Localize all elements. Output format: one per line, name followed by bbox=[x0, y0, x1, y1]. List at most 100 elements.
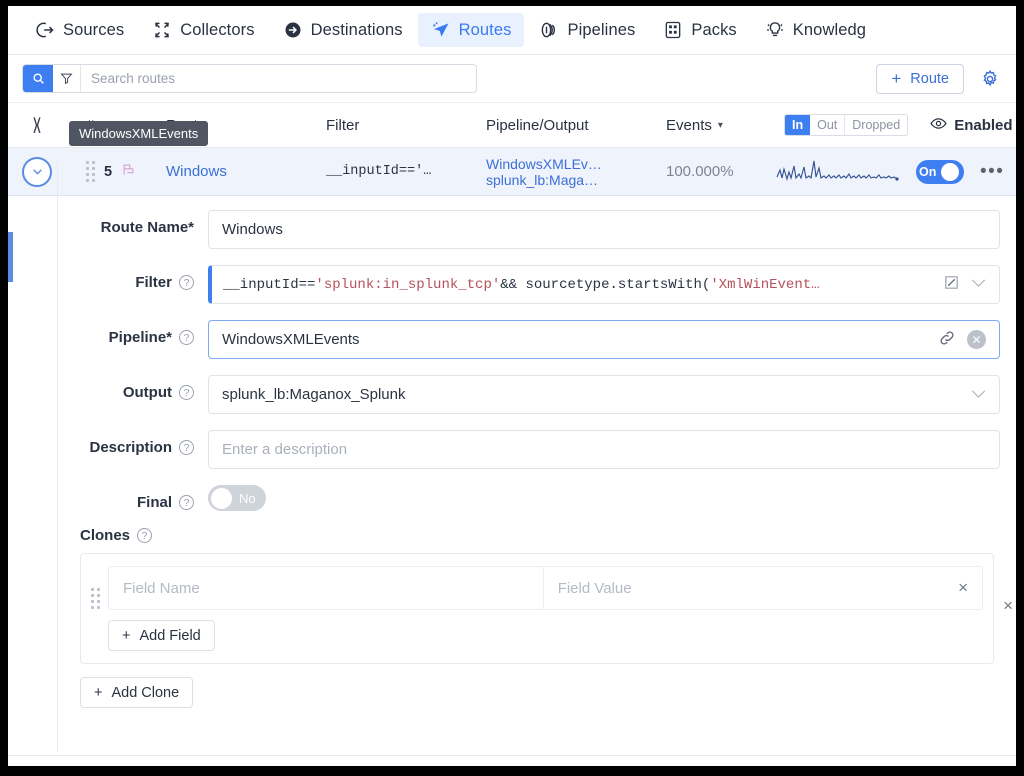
left-accent-bar bbox=[8, 232, 13, 282]
final-toggle[interactable]: No bbox=[208, 485, 266, 511]
main-navigation: Sources Collectors Destinations Routes P… bbox=[8, 6, 1016, 55]
column-header-pipeline-output[interactable]: Pipeline/Output bbox=[486, 117, 666, 134]
label-final-text: Final bbox=[136, 494, 172, 511]
nav-label-pipelines: Pipelines bbox=[567, 20, 636, 39]
nav-label-sources: Sources bbox=[63, 20, 125, 39]
nav-item-destinations[interactable]: Destinations bbox=[270, 13, 416, 47]
nav-item-routes[interactable]: Routes bbox=[417, 13, 525, 47]
question-mark-icon[interactable]: ? bbox=[179, 275, 194, 290]
field-output: Output ? splunk_lb:Maganox_Splunk bbox=[8, 375, 1016, 414]
link-icon[interactable] bbox=[938, 329, 956, 351]
toggle-label: On bbox=[919, 164, 937, 179]
table-row[interactable]: 5 Windows __inputId=='… WindowsXMLEv… sp… bbox=[8, 148, 1016, 196]
label-output: Output ? bbox=[8, 375, 208, 401]
enabled-filter[interactable]: Enabled ▾ bbox=[930, 116, 1016, 135]
filter-control: __inputId=='splunk:in_splunk_tcp' && sou… bbox=[208, 265, 1016, 304]
chevron-down-icon: ▾ bbox=[717, 119, 723, 131]
nav-item-knowledge[interactable]: Knowledg bbox=[752, 13, 879, 47]
pipeline-select[interactable]: WindowsXMLEvents ✕ bbox=[208, 320, 1000, 359]
search-icon[interactable] bbox=[23, 65, 53, 92]
inout-option-dropped[interactable]: Dropped bbox=[844, 115, 907, 135]
final-control: No bbox=[208, 485, 1016, 511]
pipeline-value: WindowsXMLEvents bbox=[222, 331, 360, 348]
route-name-input[interactable]: Windows bbox=[208, 210, 1000, 249]
question-mark-icon[interactable]: ? bbox=[179, 385, 194, 400]
label-filter: Filter ? bbox=[8, 265, 208, 291]
field-final: Final ? No bbox=[8, 485, 1016, 511]
nav-label-collectors: Collectors bbox=[180, 20, 255, 39]
row-pipeline-output[interactable]: WindowsXMLEv… splunk_lb:Maga… bbox=[486, 156, 666, 188]
label-filter-text: Filter bbox=[135, 274, 172, 291]
inout-option-out[interactable]: Out bbox=[810, 115, 844, 135]
clone-field-value-input[interactable]: Field Value bbox=[544, 567, 958, 609]
chevron-down-circle-icon bbox=[22, 156, 52, 187]
field-filter: Filter ? __inputId=='splunk:in_splunk_tc… bbox=[8, 265, 1016, 304]
row-right-controls: On ••• bbox=[916, 159, 1016, 184]
description-input[interactable]: Enter a description bbox=[208, 430, 1000, 469]
chevron-updown-icon: ∨ ∧ bbox=[31, 113, 43, 137]
expand-editor-icon[interactable] bbox=[943, 274, 960, 296]
row-number-cell: 5 bbox=[66, 161, 166, 182]
row-number: 5 bbox=[104, 163, 113, 180]
drag-handle-icon bbox=[91, 588, 100, 609]
row-sparkline bbox=[776, 157, 916, 187]
flag-icon[interactable] bbox=[121, 162, 136, 181]
plus-icon: + bbox=[122, 627, 131, 644]
header-right-controls: In Out Dropped Enabled ▾ bbox=[776, 114, 1016, 136]
pipelines-icon bbox=[539, 20, 559, 40]
clear-circle-icon[interactable]: ✕ bbox=[967, 330, 986, 349]
label-pipeline: Pipeline* ? bbox=[8, 320, 208, 346]
label-route-name: Route Name* bbox=[100, 219, 194, 236]
field-description: Description ? Enter a description bbox=[8, 430, 1016, 469]
inout-toggle-group[interactable]: In Out Dropped bbox=[784, 114, 909, 136]
knowledge-icon bbox=[765, 20, 785, 40]
question-mark-icon[interactable]: ? bbox=[179, 330, 194, 345]
nav-item-sources[interactable]: Sources bbox=[22, 13, 137, 47]
search-toolbar: Search routes + Route bbox=[8, 55, 1016, 103]
row-more-menu-button[interactable]: ••• bbox=[980, 161, 1004, 183]
filter-string-1: 'splunk:in_splunk_tcp' bbox=[315, 276, 501, 293]
add-field-button[interactable]: + Add Field bbox=[108, 620, 215, 651]
description-control: Enter a description bbox=[208, 430, 1016, 469]
filter-expression-input[interactable]: __inputId=='splunk:in_splunk_tcp' && sou… bbox=[208, 265, 1000, 304]
inout-option-in[interactable]: In bbox=[785, 115, 811, 135]
clone-field-name-input[interactable]: Field Name bbox=[109, 567, 544, 609]
search-input[interactable]: Search routes bbox=[81, 65, 476, 92]
nav-item-collectors[interactable]: Collectors bbox=[139, 13, 267, 47]
remove-clone-button[interactable]: × bbox=[1003, 596, 1013, 616]
label-clones-text: Clones bbox=[80, 527, 131, 544]
label-clones: Clones ? bbox=[80, 527, 1016, 544]
collectors-icon bbox=[152, 20, 172, 40]
label-description: Description ? bbox=[8, 430, 208, 456]
output-input-actions bbox=[963, 387, 986, 402]
route-detail-form: Route Name* Windows Filter ? __inputId==… bbox=[8, 161, 1016, 756]
gear-icon[interactable] bbox=[978, 67, 1002, 91]
search-box[interactable]: Search routes bbox=[22, 64, 477, 93]
plus-icon: + bbox=[891, 69, 902, 88]
row-events-percent: 100.000% bbox=[666, 163, 734, 180]
toggle-knob bbox=[211, 487, 232, 509]
row-route-name[interactable]: Windows bbox=[166, 163, 326, 180]
row-enabled-toggle[interactable]: On bbox=[916, 159, 964, 184]
column-header-events[interactable]: Events ▾ bbox=[666, 117, 776, 134]
nav-item-pipelines[interactable]: Pipelines bbox=[526, 13, 648, 47]
chevron-down-icon[interactable] bbox=[971, 277, 986, 292]
nav-item-packs[interactable]: Packs bbox=[650, 13, 749, 47]
chevron-down-icon[interactable] bbox=[971, 387, 986, 402]
route-name-control: Windows bbox=[208, 210, 1016, 249]
remove-field-button[interactable]: × bbox=[958, 567, 982, 609]
drag-handle-icon[interactable] bbox=[86, 161, 95, 182]
output-select[interactable]: splunk_lb:Maganox_Splunk bbox=[208, 375, 1000, 414]
add-clone-button[interactable]: + Add Clone bbox=[80, 677, 194, 708]
column-header-filter[interactable]: Filter bbox=[326, 117, 486, 134]
question-mark-icon[interactable]: ? bbox=[179, 440, 194, 455]
filter-funnel-icon[interactable] bbox=[53, 65, 81, 92]
question-mark-icon[interactable]: ? bbox=[179, 495, 194, 510]
clone-drag-handle[interactable] bbox=[91, 566, 108, 609]
filter-middle: && sourcetype.startsWith( bbox=[500, 276, 711, 293]
label-description-text: Description bbox=[89, 439, 172, 456]
question-mark-icon[interactable]: ? bbox=[137, 528, 153, 543]
expand-all-toggle[interactable]: ∨ ∧ bbox=[8, 113, 66, 137]
add-route-button[interactable]: + Route bbox=[876, 63, 964, 94]
destinations-icon bbox=[283, 20, 303, 40]
